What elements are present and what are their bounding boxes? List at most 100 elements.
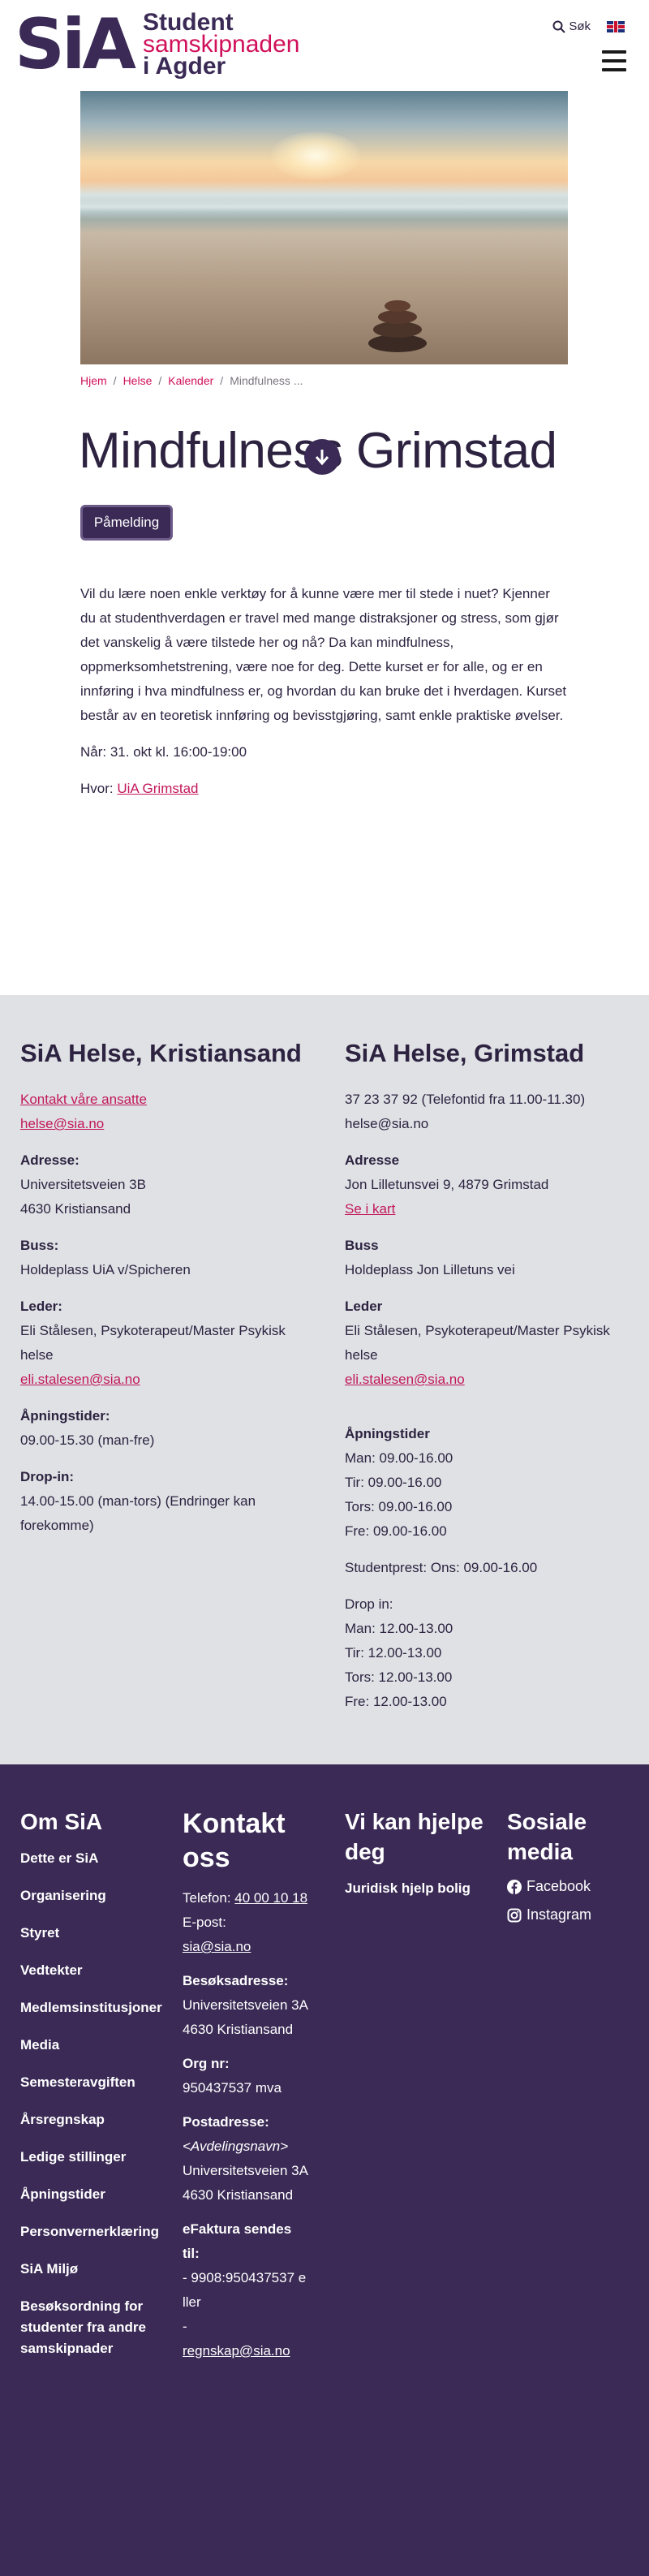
- footer-link-media[interactable]: Media: [20, 2035, 166, 2056]
- grimstad-hours-0: Man: 09.00-16.00: [345, 1450, 453, 1466]
- hamburger-icon[interactable]: [602, 50, 626, 71]
- footer-help-heading: Vi kan hjelpe deg: [345, 1809, 484, 1864]
- footer-social-heading: Sosiale media: [507, 1809, 587, 1864]
- kristiansand-leader-email[interactable]: eli.stalesen@sia.no: [20, 1372, 140, 1387]
- footer-link-ledige-stillinger[interactable]: Ledige stillinger: [20, 2147, 166, 2168]
- footer-link-personvern[interactable]: Personvernerklæring: [20, 2221, 166, 2242]
- grimstad-leader-label: Leder: [345, 1299, 383, 1314]
- event-content: Vil du lære noen enkle verktøy for å kun…: [80, 582, 569, 813]
- footer-link-juridisk-hjelp[interactable]: Juridisk hjelp bolig: [345, 1878, 487, 1899]
- footer-om-column: Om SiA Dette er SiA Organisering Styret …: [20, 1807, 166, 2376]
- contact-staff-link[interactable]: Kontakt våre ansatte: [20, 1092, 147, 1107]
- instagram-link[interactable]: Instagram: [507, 1906, 637, 1923]
- kristiansand-dropin-label: Drop-in:: [20, 1469, 75, 1484]
- scroll-down-button[interactable]: [304, 439, 340, 475]
- footer-link-organisering[interactable]: Organisering: [20, 1885, 166, 1906]
- grimstad-dropin-2: Tors: 12.00-13.00: [345, 1669, 453, 1685]
- breadcrumb-home[interactable]: Hjem: [80, 374, 107, 387]
- logo-mark-text: SiA: [15, 3, 136, 85]
- signup-button[interactable]: Påmelding: [80, 505, 173, 541]
- breadcrumb-kalender[interactable]: Kalender: [168, 374, 213, 387]
- grimstad-bus: Holdeplass Jon Lilletuns vei: [345, 1262, 515, 1277]
- grimstad-dropin-1: Tir: 12.00-13.00: [345, 1645, 442, 1661]
- footer-link-besoksordning[interactable]: Besøksordning for studenter fra andre sa…: [20, 2296, 166, 2359]
- footer-efaktura-email[interactable]: regnskap@sia.no: [183, 2343, 290, 2358]
- grimstad-dropin-3: Fre: 12.00-13.00: [345, 1694, 447, 1709]
- event-description: Vil du lære noen enkle verktøy for å kun…: [80, 586, 567, 723]
- kristiansand-bus: Holdeplass UiA v/Spicheren: [20, 1262, 191, 1277]
- logo-line-1: Student: [142, 9, 234, 36]
- grimstad-leader: Eli Stålesen, Psykoterapeut/Master Psyki…: [345, 1323, 610, 1363]
- footer-link-dette-er-sia[interactable]: Dette er SiA: [20, 1848, 166, 1869]
- footer-link-semesteravgiften[interactable]: Semesteravgiften: [20, 2072, 166, 2093]
- contact-section: SiA Helse, Kristiansand Kontakt våre ans…: [0, 995, 649, 1764]
- grimstad-column: SiA Helse, Grimstad 37 23 37 92 (Telefon…: [345, 1037, 637, 1714]
- instagram-label: Instagram: [527, 1906, 592, 1923]
- footer-link-styret[interactable]: Styret: [20, 1923, 166, 1944]
- footer-om-heading: Om SiA: [20, 1809, 103, 1834]
- grimstad-hours-label: Åpningstider: [345, 1426, 430, 1441]
- footer-email-label: E-post:: [183, 1915, 226, 1930]
- where-label: Hvor:: [80, 781, 114, 796]
- grimstad-address: Jon Lilletunsvei 9, 4879 Grimstad: [345, 1177, 549, 1192]
- facebook-icon: [507, 1879, 522, 1894]
- kristiansand-column: SiA Helse, Kristiansand Kontakt våre ans…: [20, 1037, 312, 1538]
- footer-post-line3: 4630 Kristiansand: [183, 2187, 294, 2203]
- kristiansand-heading: SiA Helse, Kristiansand: [20, 1039, 302, 1067]
- grimstad-hours-3: Fre: 09.00-16.00: [345, 1523, 447, 1539]
- site-header: SiA Student samskipnaden i Agder Søk: [0, 0, 649, 91]
- footer-phone-label: Telefon:: [183, 1890, 231, 1906]
- logo-mark: SiA: [15, 10, 136, 80]
- footer-org-label: Org nr:: [183, 2056, 230, 2071]
- kristiansand-hours-label: Åpningstider:: [20, 1408, 110, 1424]
- grimstad-hours-1: Tir: 09.00-16.00: [345, 1475, 442, 1490]
- breadcrumb-helse[interactable]: Helse: [123, 374, 153, 387]
- footer-link-vedtekter[interactable]: Vedtekter: [20, 1960, 166, 1981]
- kristiansand-address-line1: Universitetsveien 3B: [20, 1177, 146, 1192]
- footer-phone-link[interactable]: 40 00 10 18: [234, 1890, 307, 1906]
- footer-link-sia-miljo[interactable]: SiA Miljø: [20, 2259, 166, 2280]
- grimstad-map-link[interactable]: Se i kart: [345, 1201, 395, 1217]
- site-footer: Om SiA Dette er SiA Organisering Styret …: [0, 1764, 649, 2576]
- footer-link-apningstider[interactable]: Åpningstider: [20, 2184, 166, 2205]
- where-link[interactable]: UiA Grimstad: [117, 781, 198, 796]
- event-where: Hvor: UiA Grimstad: [80, 777, 569, 801]
- footer-post-line1: <Avdelingsnavn>: [183, 2139, 289, 2154]
- grimstad-heading: SiA Helse, Grimstad: [345, 1039, 585, 1067]
- grimstad-leader-email[interactable]: eli.stalesen@sia.no: [345, 1372, 465, 1387]
- kristiansand-dropin: 14.00-15.00 (man-tors) (Endringer kan fo…: [20, 1493, 256, 1533]
- grimstad-phone: 37 23 37 92 (Telefontid fra 11.00-11.30): [345, 1092, 586, 1107]
- hero-image: [80, 91, 568, 364]
- grimstad-email: helse@sia.no: [345, 1116, 429, 1131]
- footer-org: 950437537 mva: [183, 2080, 282, 2096]
- footer-visit-line1: Universitetsveien 3A: [183, 1997, 308, 2013]
- footer-kontakt-heading: Kontakt oss: [183, 1808, 286, 1873]
- arrow-down-icon: [315, 450, 329, 466]
- footer-link-arsregnskap[interactable]: Årsregnskap: [20, 2109, 166, 2130]
- kristiansand-address-line2: 4630 Kristiansand: [20, 1201, 131, 1217]
- footer-visit-label: Besøksadresse:: [183, 1973, 289, 1988]
- logo-text: Student samskipnaden i Agder: [142, 9, 299, 80]
- grimstad-studentprest: Studentprest: Ons: 09.00-16.00: [345, 1560, 538, 1575]
- grimstad-address-label: Adresse: [345, 1152, 400, 1168]
- footer-post-line2: Universitetsveien 3A: [183, 2163, 308, 2178]
- kristiansand-address-label: Adresse:: [20, 1152, 80, 1168]
- uk-flag-icon[interactable]: [607, 21, 625, 32]
- logo-line-3: i Agder: [142, 53, 226, 80]
- grimstad-hours-2: Tors: 09.00-16.00: [345, 1499, 453, 1514]
- footer-email-link[interactable]: sia@sia.no: [183, 1939, 251, 1954]
- kristiansand-leader: Eli Stålesen, Psykoterapeut/Master Psyki…: [20, 1323, 286, 1363]
- search-button[interactable]: Søk: [552, 19, 591, 33]
- footer-efaktura-label: eFaktura sendes til:: [183, 2221, 292, 2261]
- footer-link-medlemsinstitusjoner[interactable]: Medlemsinstitusjoner: [20, 1997, 166, 2018]
- footer-phone: Telefon: 40 00 10 18: [183, 1886, 308, 1910]
- grimstad-dropin-0: Man: 12.00-13.00: [345, 1621, 453, 1636]
- facebook-link[interactable]: Facebook: [507, 1878, 637, 1895]
- footer-social-column: Sosiale media Facebook Instagram: [507, 1807, 637, 1935]
- grimstad-dropin-label: Drop in:: [345, 1596, 393, 1612]
- grimstad-bus-label: Buss: [345, 1238, 379, 1253]
- sia-logo[interactable]: SiA Student samskipnaden i Agder: [15, 9, 299, 80]
- footer-post-label: Postadresse:: [183, 2114, 269, 2130]
- footer-visit-line2: 4630 Kristiansand: [183, 2022, 294, 2037]
- kristiansand-email-link[interactable]: helse@sia.no: [20, 1116, 104, 1131]
